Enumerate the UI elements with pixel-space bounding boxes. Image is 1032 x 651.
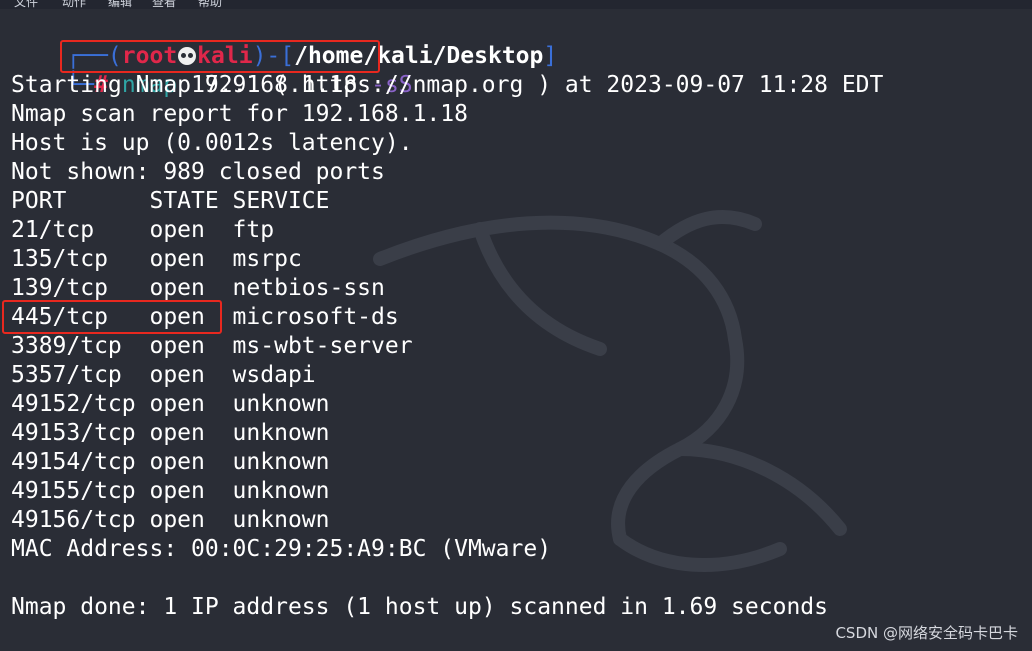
command-highlight-box	[60, 40, 380, 73]
port-row: 49154/tcp open unknown	[11, 449, 330, 475]
menu-view[interactable]: 查看	[152, 0, 176, 9]
port-table-header: PORT STATE SERVICE	[11, 188, 330, 214]
port-row: 139/tcp open netbios-ssn	[11, 275, 385, 301]
prompt-frame-close: ]	[543, 43, 558, 69]
port-row: 49153/tcp open unknown	[11, 420, 330, 446]
output-mac: MAC Address: 00:0C:29:25:A9:BC (VMware)	[11, 536, 552, 562]
port-445-highlight-box	[2, 300, 222, 334]
port-row: 3389/tcp open ms-wbt-server	[11, 333, 413, 359]
terminal-window[interactable]: ┌──(root kali)-[/home/kali/Desktop] └─# n…	[0, 9, 1032, 651]
output-host-up: Host is up (0.0012s latency).	[11, 130, 413, 156]
menu-bar: 文件 动作 编辑 查看 帮助	[0, 0, 1032, 9]
output-not-shown: Not shown: 989 closed ports	[11, 159, 385, 185]
output-report: Nmap scan report for 192.168.1.18	[11, 101, 468, 127]
output-done: Nmap done: 1 IP address (1 host up) scan…	[11, 594, 828, 620]
output-starting: Starting Nmap 7.91 ( https://nmap.org ) …	[11, 72, 884, 98]
port-row: 49155/tcp open unknown	[11, 478, 330, 504]
port-row: 135/tcp open msrpc	[11, 246, 302, 272]
menu-action[interactable]: 动作	[62, 0, 86, 9]
menu-edit[interactable]: 编辑	[108, 0, 132, 9]
port-row: 5357/tcp open wsdapi	[11, 362, 316, 388]
menu-help[interactable]: 帮助	[198, 0, 222, 9]
port-row: 49152/tcp open unknown	[11, 391, 330, 417]
watermark: CSDN @网络安全码卡巴卡	[835, 624, 1018, 642]
port-row: 21/tcp open ftp	[11, 217, 275, 243]
menu-file[interactable]: 文件	[14, 0, 38, 9]
port-row: 49156/tcp open unknown	[11, 507, 330, 533]
